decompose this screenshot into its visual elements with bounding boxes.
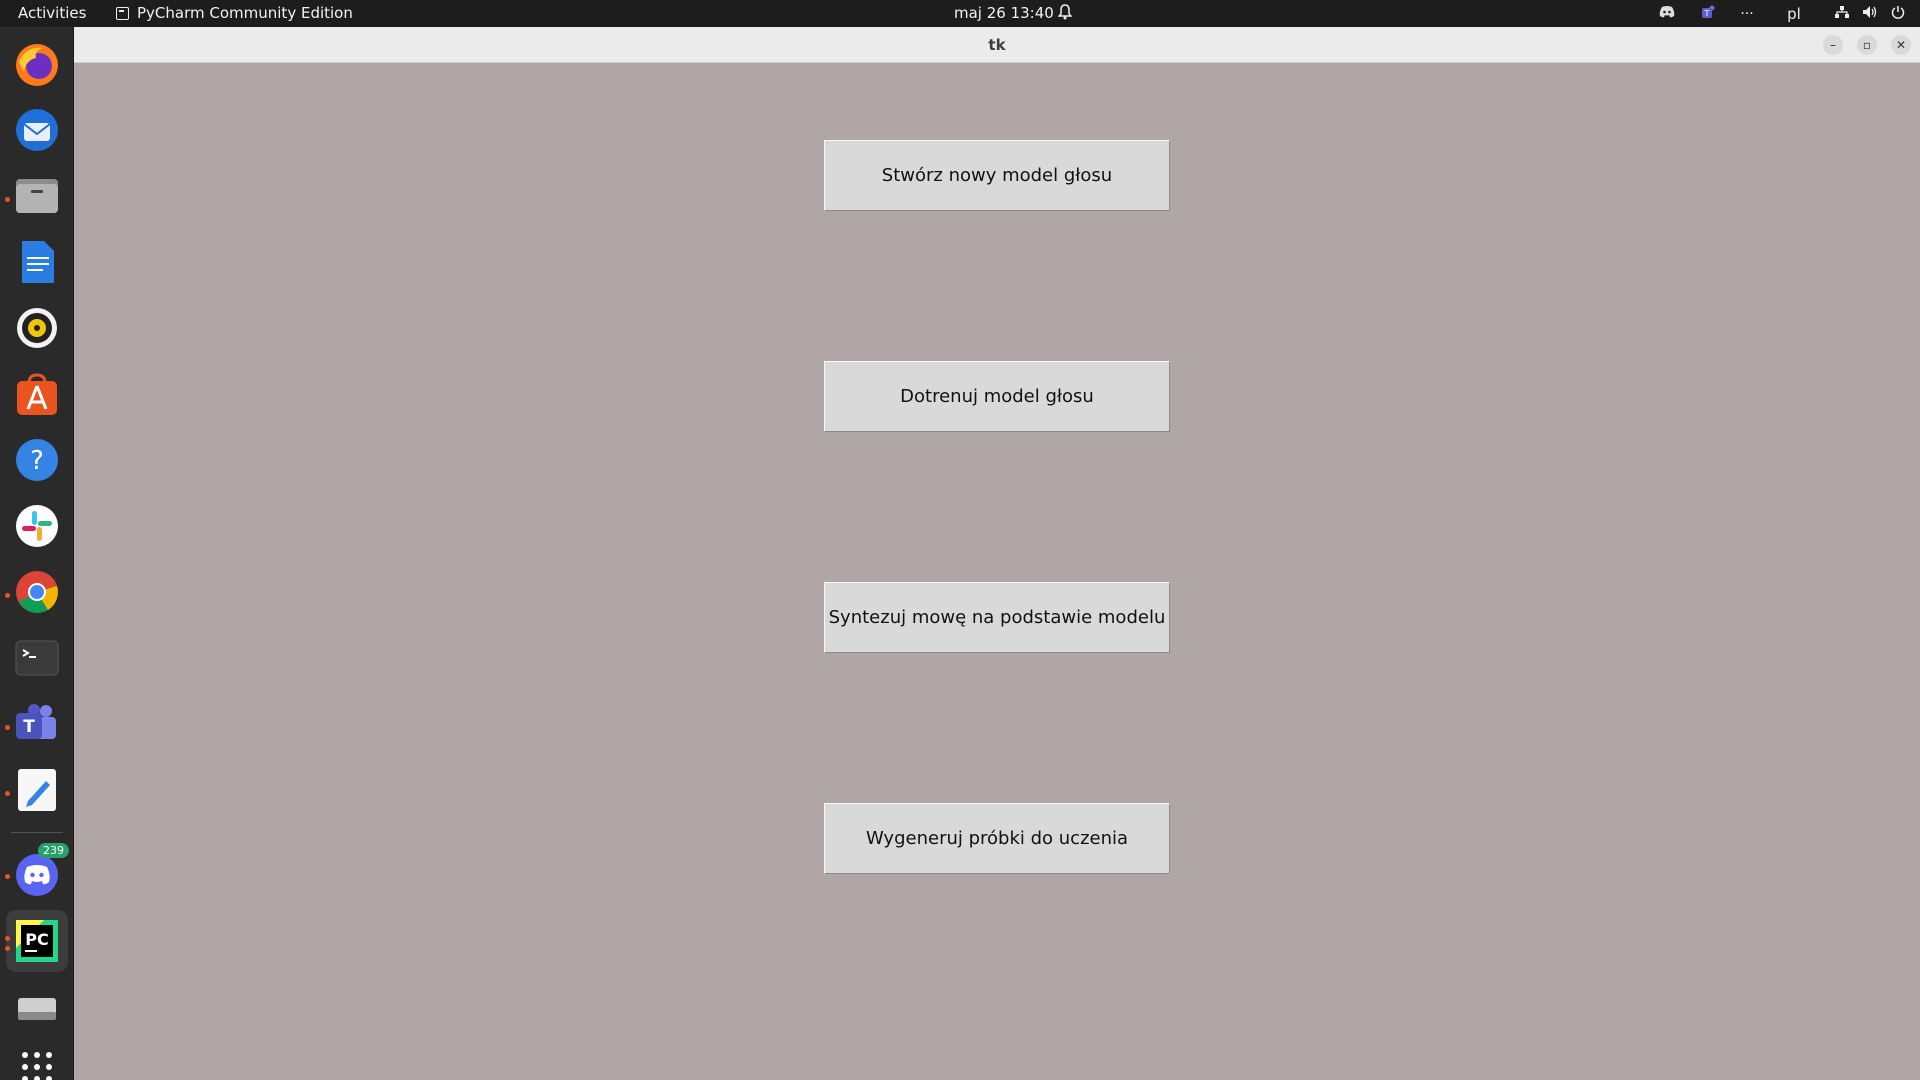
maximize-icon[interactable]: ▫: [1857, 35, 1877, 55]
show-apps-icon[interactable]: [13, 1043, 61, 1080]
generate-training-samples-button[interactable]: Wygeneruj próbki do uczenia: [824, 803, 1170, 874]
files-icon[interactable]: [13, 172, 61, 220]
tk-window: tk – ▫ ✕ Stwórz nowy model głosu Dotrenu…: [74, 27, 1920, 1080]
system-tray[interactable]: T ··· pl: [1656, 0, 1908, 27]
power-icon[interactable]: [1888, 5, 1908, 23]
terminal-icon[interactable]: [13, 634, 61, 682]
slack-icon[interactable]: [13, 502, 61, 550]
firefox-icon[interactable]: [13, 41, 61, 89]
app-menu-label: PyCharm Community Edition: [137, 4, 353, 22]
window-title: tk: [988, 36, 1006, 54]
teams-icon[interactable]: T: [13, 700, 61, 748]
overflow-menu[interactable]: ···: [1732, 6, 1762, 22]
window-titlebar[interactable]: tk – ▫ ✕: [74, 27, 1920, 63]
writer-icon[interactable]: [13, 238, 61, 286]
text-editor-icon[interactable]: [13, 766, 61, 814]
rhythmbox-icon[interactable]: [13, 304, 61, 352]
app-center-icon[interactable]: [13, 370, 61, 418]
notification-bell-icon[interactable]: [1057, 4, 1073, 24]
discord-tray-icon[interactable]: [1656, 5, 1678, 22]
network-icon[interactable]: [1832, 5, 1852, 23]
close-icon[interactable]: ✕: [1891, 35, 1911, 55]
keyboard-layout-indicator[interactable]: pl: [1782, 5, 1806, 23]
svg-text:?: ?: [30, 446, 44, 476]
synthesize-speech-button[interactable]: Syntezuj mowę na podstawie modelu: [824, 582, 1170, 653]
drive-icon[interactable]: [13, 985, 61, 1033]
svg-text:T: T: [1704, 9, 1710, 18]
minimize-icon[interactable]: –: [1823, 35, 1843, 55]
svg-text:T: T: [23, 717, 35, 737]
thunderbird-icon[interactable]: [13, 106, 61, 154]
clock[interactable]: maj 26 13:40: [954, 4, 1054, 22]
dock: ? T 239 PC: [0, 27, 74, 1080]
discord-badge: 239: [38, 843, 69, 858]
app-menu[interactable]: PyCharm Community Edition: [116, 4, 353, 22]
discord-icon[interactable]: 239: [13, 843, 69, 897]
teams-tray-icon[interactable]: T: [1696, 5, 1722, 23]
dock-separator: [11, 832, 63, 833]
create-voice-model-button[interactable]: Stwórz nowy model głosu: [824, 140, 1170, 211]
volume-icon[interactable]: [1860, 5, 1880, 23]
activities-button[interactable]: Activities: [18, 4, 86, 22]
chrome-icon[interactable]: [13, 568, 61, 616]
svg-text:PC: PC: [25, 930, 48, 949]
window-content: Stwórz nowy model głosu Dotrenuj model g…: [74, 63, 1920, 1080]
window-app-icon: [116, 6, 129, 20]
help-icon[interactable]: ?: [13, 436, 61, 484]
top-bar: Activities PyCharm Community Edition maj…: [0, 0, 1920, 27]
finetune-voice-model-button[interactable]: Dotrenuj model głosu: [824, 361, 1170, 432]
pycharm-icon[interactable]: PC: [13, 917, 61, 965]
